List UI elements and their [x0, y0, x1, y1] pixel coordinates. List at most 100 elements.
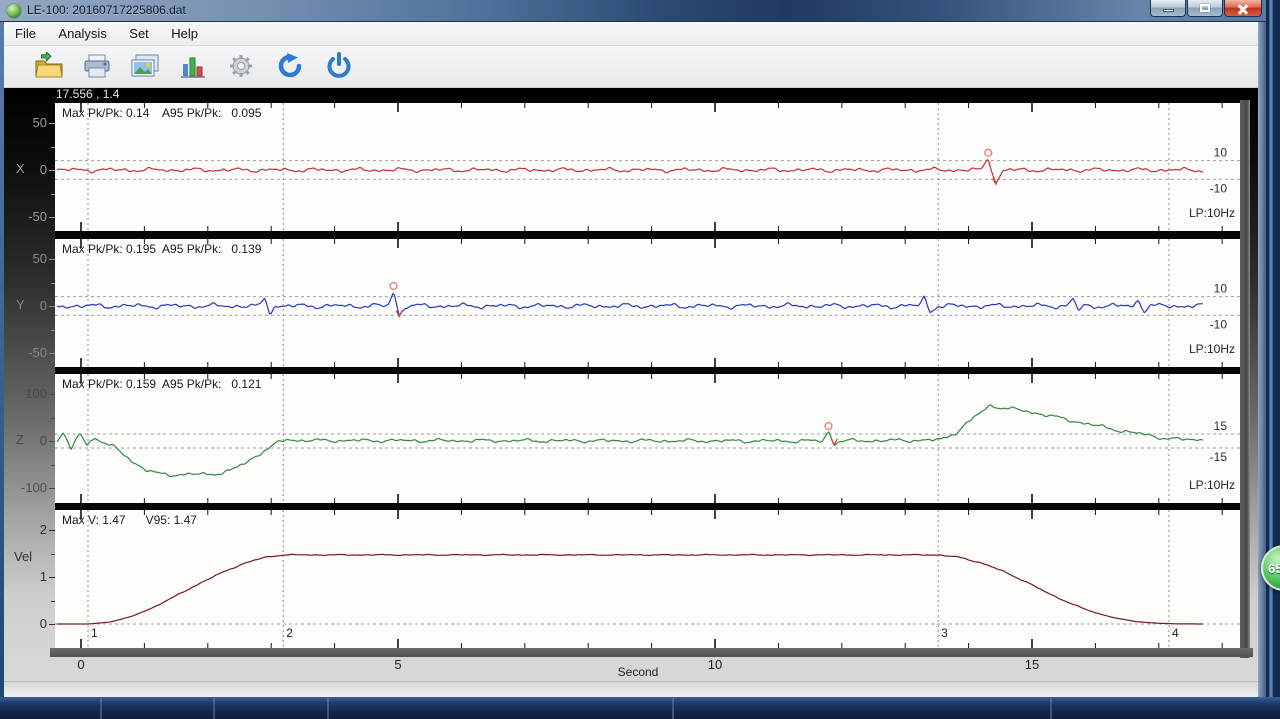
printer-icon	[81, 52, 113, 80]
panel-stats-vel: Max V: 1.47 V95: 1.47	[62, 513, 197, 527]
y-tick-label: 0	[7, 298, 47, 313]
event-marker-label: 1	[91, 626, 98, 640]
event-marker-label: 3	[941, 626, 948, 640]
trace-x	[57, 160, 1203, 182]
y-minor-tick	[51, 283, 55, 284]
y-tick	[49, 624, 55, 625]
panel-stats-x: Max Pk/Pk: 0.14 A95 Pk/Pk: 0.095	[62, 106, 261, 120]
x-tick-label: 15	[1019, 657, 1045, 672]
y-tick-label: 0	[7, 162, 47, 177]
chart-panel-vel[interactable]: 1 2 3 4 Max V: 1.47 V95: 1.47	[55, 510, 1240, 648]
gear-icon	[225, 52, 257, 80]
y-axis-margin: 500-50X500-50Y1000-100Z210Vel	[0, 0, 55, 719]
export-image-button[interactable]	[126, 50, 164, 84]
y-minor-tick	[51, 194, 55, 195]
y-tick-label: 1	[7, 569, 47, 584]
x-tick-label: 5	[385, 657, 411, 672]
menu-bar: File Analysis Set Help	[0, 22, 1266, 46]
channel-label-z: Z	[16, 432, 24, 447]
panel-divider	[55, 503, 1240, 510]
trace-z	[57, 405, 1203, 477]
filter-label: LP:10Hz	[1189, 342, 1235, 356]
taskbar-seam	[213, 698, 215, 719]
right-ref-label: 10	[1214, 282, 1228, 296]
y-tick	[49, 123, 55, 124]
y-tick-label: 100	[7, 386, 47, 401]
taskbar-seam	[1050, 698, 1052, 719]
trace-vel	[57, 554, 1203, 624]
y-tick	[49, 353, 55, 354]
plot-area[interactable]: 10 -10 LP:10Hz Max Pk/Pk: 0.14 A95 Pk/Pk: 0…	[55, 100, 1240, 648]
y-minor-tick	[51, 330, 55, 331]
right-ref-label: -15	[1210, 450, 1228, 464]
right-ref-label: -10	[1210, 181, 1228, 195]
right-ref-label: 15	[1214, 419, 1228, 433]
app-window: LE-100: 20160717225806.dat File Analysis…	[0, 0, 1280, 719]
print-button[interactable]	[78, 50, 116, 84]
channel-label-y: Y	[16, 297, 25, 312]
y-tick-label: -100	[7, 480, 47, 495]
maximize-button[interactable]	[1187, 0, 1223, 17]
y-minor-tick	[51, 601, 55, 602]
y-tick-label: 2	[7, 522, 47, 537]
y-tick-label: 50	[7, 251, 47, 266]
event-marker-label: 4	[1172, 626, 1179, 640]
toolbar	[0, 46, 1266, 88]
y-tick	[49, 577, 55, 578]
y-tick	[49, 441, 55, 442]
close-button[interactable]	[1224, 0, 1262, 17]
time-axis-ruler	[50, 648, 1253, 657]
refresh-button[interactable]	[272, 50, 310, 84]
taskbar-seam	[327, 698, 329, 719]
x-tick-label: 10	[702, 657, 728, 672]
maximize-icon	[1200, 4, 1210, 12]
right-ref-label: -10	[1210, 317, 1228, 331]
trace-y	[57, 294, 1203, 316]
y-tick-label: 0	[7, 433, 47, 448]
event-marker-label: 2	[286, 626, 293, 640]
max-peak-marker	[390, 283, 397, 290]
panel-stats-z: Max Pk/Pk: 0.159 A95 Pk/Pk: 0.121	[62, 377, 261, 391]
bar-chart-icon	[177, 52, 209, 80]
picture-icon	[129, 52, 161, 80]
title-bar[interactable]: LE-100: 20160717225806.dat	[0, 0, 1266, 22]
refresh-arrow-icon	[275, 52, 307, 80]
chart-panel-x[interactable]: 10-10LP:10HzMax Pk/Pk: 0.14 A95 Pk/Pk: 0…	[55, 103, 1240, 231]
chart-panel-y[interactable]: 10 -10 LP:10Hz Max Pk/Pk: 0.195 A95 Pk/Pk: …	[55, 239, 1240, 367]
panel-divider	[55, 367, 1240, 374]
y-tick	[49, 259, 55, 260]
y-tick-label: -50	[7, 209, 47, 224]
x-axis-title: Second	[598, 665, 678, 679]
y-minor-tick	[51, 418, 55, 419]
report-chart-button[interactable]	[174, 50, 212, 84]
chart-panel-z[interactable]: 15-15LP:10HzMax Pk/Pk: 0.159 A95 Pk/Pk: …	[55, 374, 1240, 503]
menu-help[interactable]: Help	[162, 22, 207, 41]
menu-set[interactable]: Set	[120, 22, 158, 41]
y-tick	[49, 306, 55, 307]
max-peak-marker	[825, 423, 832, 430]
minimize-button[interactable]	[1150, 0, 1186, 17]
settings-button[interactable]	[222, 50, 260, 84]
panel-stats-y: Max Pk/Pk: 0.195 A95 Pk/Pk: 0.139	[62, 242, 261, 256]
y-tick-label: 0	[7, 616, 47, 631]
y-minor-tick	[51, 465, 55, 466]
taskbar[interactable]	[0, 697, 1280, 719]
window-border-right	[1258, 22, 1266, 697]
max-peak-marker	[985, 149, 992, 156]
channel-label-x: X	[16, 161, 25, 176]
x-tick-label: 0	[68, 657, 94, 672]
y-minor-tick	[51, 147, 55, 148]
minimize-icon	[1163, 9, 1174, 12]
desktop-highlight	[1269, 0, 1273, 719]
y-tick	[49, 394, 55, 395]
power-button[interactable]	[320, 50, 358, 84]
y-tick	[49, 530, 55, 531]
y-tick	[49, 488, 55, 489]
menu-analysis[interactable]: Analysis	[49, 22, 115, 41]
power-icon	[323, 52, 355, 80]
plot-frame-right	[1240, 100, 1250, 658]
y-minor-tick	[51, 554, 55, 555]
channel-label-vel: Vel	[14, 549, 32, 564]
taskbar-seam	[100, 698, 102, 719]
y-tick	[49, 217, 55, 218]
